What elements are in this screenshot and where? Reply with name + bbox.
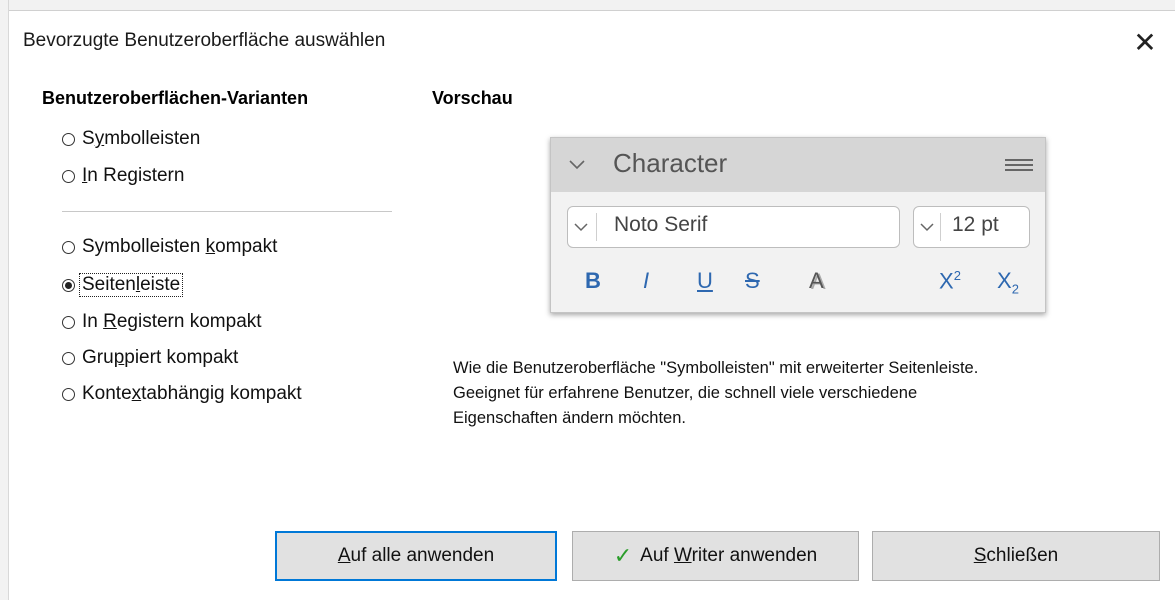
close-button[interactable]: ✕ [1115, 11, 1175, 73]
radio-seitenleiste[interactable]: Seitenleiste [62, 273, 184, 297]
menu-icon [1005, 159, 1033, 172]
button-label: Auf Writer anwenden [640, 545, 817, 567]
chevron-down-icon [569, 160, 585, 170]
label-part: riter anwenden [691, 545, 818, 566]
subscript-base: X [997, 268, 1012, 293]
apply-writer-button[interactable]: ✓ Auf Writer anwenden [572, 531, 859, 581]
bold-icon: B [585, 268, 601, 293]
variant-description: Wie die Benutzeroberfläche "Symbolleiste… [453, 356, 1143, 431]
radio-in-registern-kompakt[interactable]: In Registern kompakt [62, 311, 262, 333]
radio-kontextabhaengig-kompakt[interactable]: Kontextabhängig kompakt [62, 383, 302, 405]
radio-in-registern[interactable]: In Registern [62, 165, 184, 187]
radio-button[interactable] [62, 387, 75, 401]
label-part: S [82, 128, 95, 149]
label-part: chließen [986, 545, 1059, 566]
close-dialog-button[interactable]: Schließen [872, 531, 1160, 581]
radio-label: Kontextabhängig kompakt [82, 383, 302, 405]
radio-button[interactable] [62, 351, 75, 365]
dialog-title: Bevorzugte Benutzeroberfläche auswählen [23, 30, 386, 51]
button-label: Auf alle anwenden [338, 545, 494, 567]
dialog-window: Bevorzugte Benutzeroberfläche auswählen … [0, 0, 1175, 600]
label-part: In [82, 311, 104, 332]
label-accelerator: x [131, 383, 142, 404]
radio-button[interactable] [62, 315, 75, 329]
strikethrough-icon: S [745, 268, 760, 293]
radio-button[interactable] [62, 169, 75, 183]
preview-image: Character Noto Serif 12 pt B I U S A X2 … [550, 137, 1046, 313]
label-accelerator: W [673, 545, 692, 566]
description-line: Wie die Benutzeroberfläche "Symbolleiste… [453, 359, 979, 377]
radio-symbolleisten-kompakt[interactable]: Symbolleisten kompakt [62, 236, 277, 258]
variants-heading: Benutzeroberflächen-Varianten [42, 88, 309, 108]
label-part: Gru [82, 347, 114, 368]
preview-heading: Vorschau [432, 88, 513, 108]
radio-button[interactable] [62, 132, 75, 146]
label-accelerator: y [94, 128, 105, 149]
label-accelerator: A [337, 545, 351, 566]
box-divider [596, 213, 597, 241]
underline-icon: U [697, 268, 713, 293]
label-part: Konte [82, 383, 132, 404]
preview-panel-header: Character [551, 138, 1045, 192]
label-part: ompakt [215, 236, 278, 257]
close-icon: ✕ [1133, 26, 1157, 58]
background-window-left-edge [0, 0, 9, 600]
radio-button-selected[interactable] [62, 278, 75, 292]
radio-label: Symbolleisten [82, 128, 200, 150]
label-part: egistern kompakt [116, 311, 262, 332]
label-part: Auf [640, 545, 674, 566]
background-window-edge [0, 0, 1175, 11]
shadow-icon: A [809, 268, 824, 293]
preview-font-size: 12 pt [952, 213, 999, 236]
radio-symbolleisten[interactable]: Symbolleisten [62, 128, 200, 150]
title-bar: Bevorzugte Benutzeroberfläche auswählen … [9, 11, 1175, 73]
chevron-down-icon [920, 223, 934, 232]
preview-font-name: Noto Serif [614, 213, 708, 236]
superscript-exponent: 2 [953, 268, 961, 283]
description-line: Eigenschaften ändern möchten. [453, 409, 686, 427]
box-divider [940, 213, 941, 241]
label-part: mbolleisten [104, 128, 201, 149]
radio-label: Gruppiert kompakt [82, 347, 238, 369]
preview-panel-title: Character [613, 148, 728, 178]
superscript-base: X [939, 268, 954, 294]
italic-icon: I [643, 268, 650, 293]
label-part: piert kompakt [124, 347, 239, 368]
label-accelerator: p [113, 347, 125, 368]
separator-line [62, 211, 392, 212]
apply-all-button[interactable]: Auf alle anwenden [275, 531, 557, 581]
label-accelerator: k [205, 236, 216, 257]
label-part: Symbolleisten [82, 236, 206, 257]
superscript-icon: X2 [939, 268, 961, 294]
checkmark-icon: ✓ [613, 543, 633, 568]
label-part: n Registern [87, 165, 185, 186]
preview-font-name-box: Noto Serif [567, 206, 900, 248]
description-line: Geeignet für erfahrene Benutzer, die sch… [453, 384, 918, 402]
button-label: Schließen [974, 545, 1059, 567]
radio-label: Symbolleisten kompakt [82, 236, 277, 258]
subscript-icon: X2 [997, 268, 1019, 296]
radio-gruppiert-kompakt[interactable]: Gruppiert kompakt [62, 347, 238, 369]
label-accelerator: S [973, 545, 987, 566]
radio-button[interactable] [62, 240, 75, 254]
label-part: uf alle anwenden [350, 545, 495, 566]
chevron-down-icon [574, 223, 588, 232]
radio-label: Seitenleiste [79, 273, 184, 297]
preview-font-size-box: 12 pt [913, 206, 1030, 248]
label-part: tabhängig kompakt [141, 383, 302, 404]
label-part: eiste [140, 274, 181, 295]
subscript-exponent: 2 [1011, 281, 1019, 297]
label-part: Seiten [82, 274, 136, 295]
label-accelerator: R [103, 311, 117, 332]
radio-label: In Registern [82, 165, 184, 187]
radio-label: In Registern kompakt [82, 311, 262, 333]
